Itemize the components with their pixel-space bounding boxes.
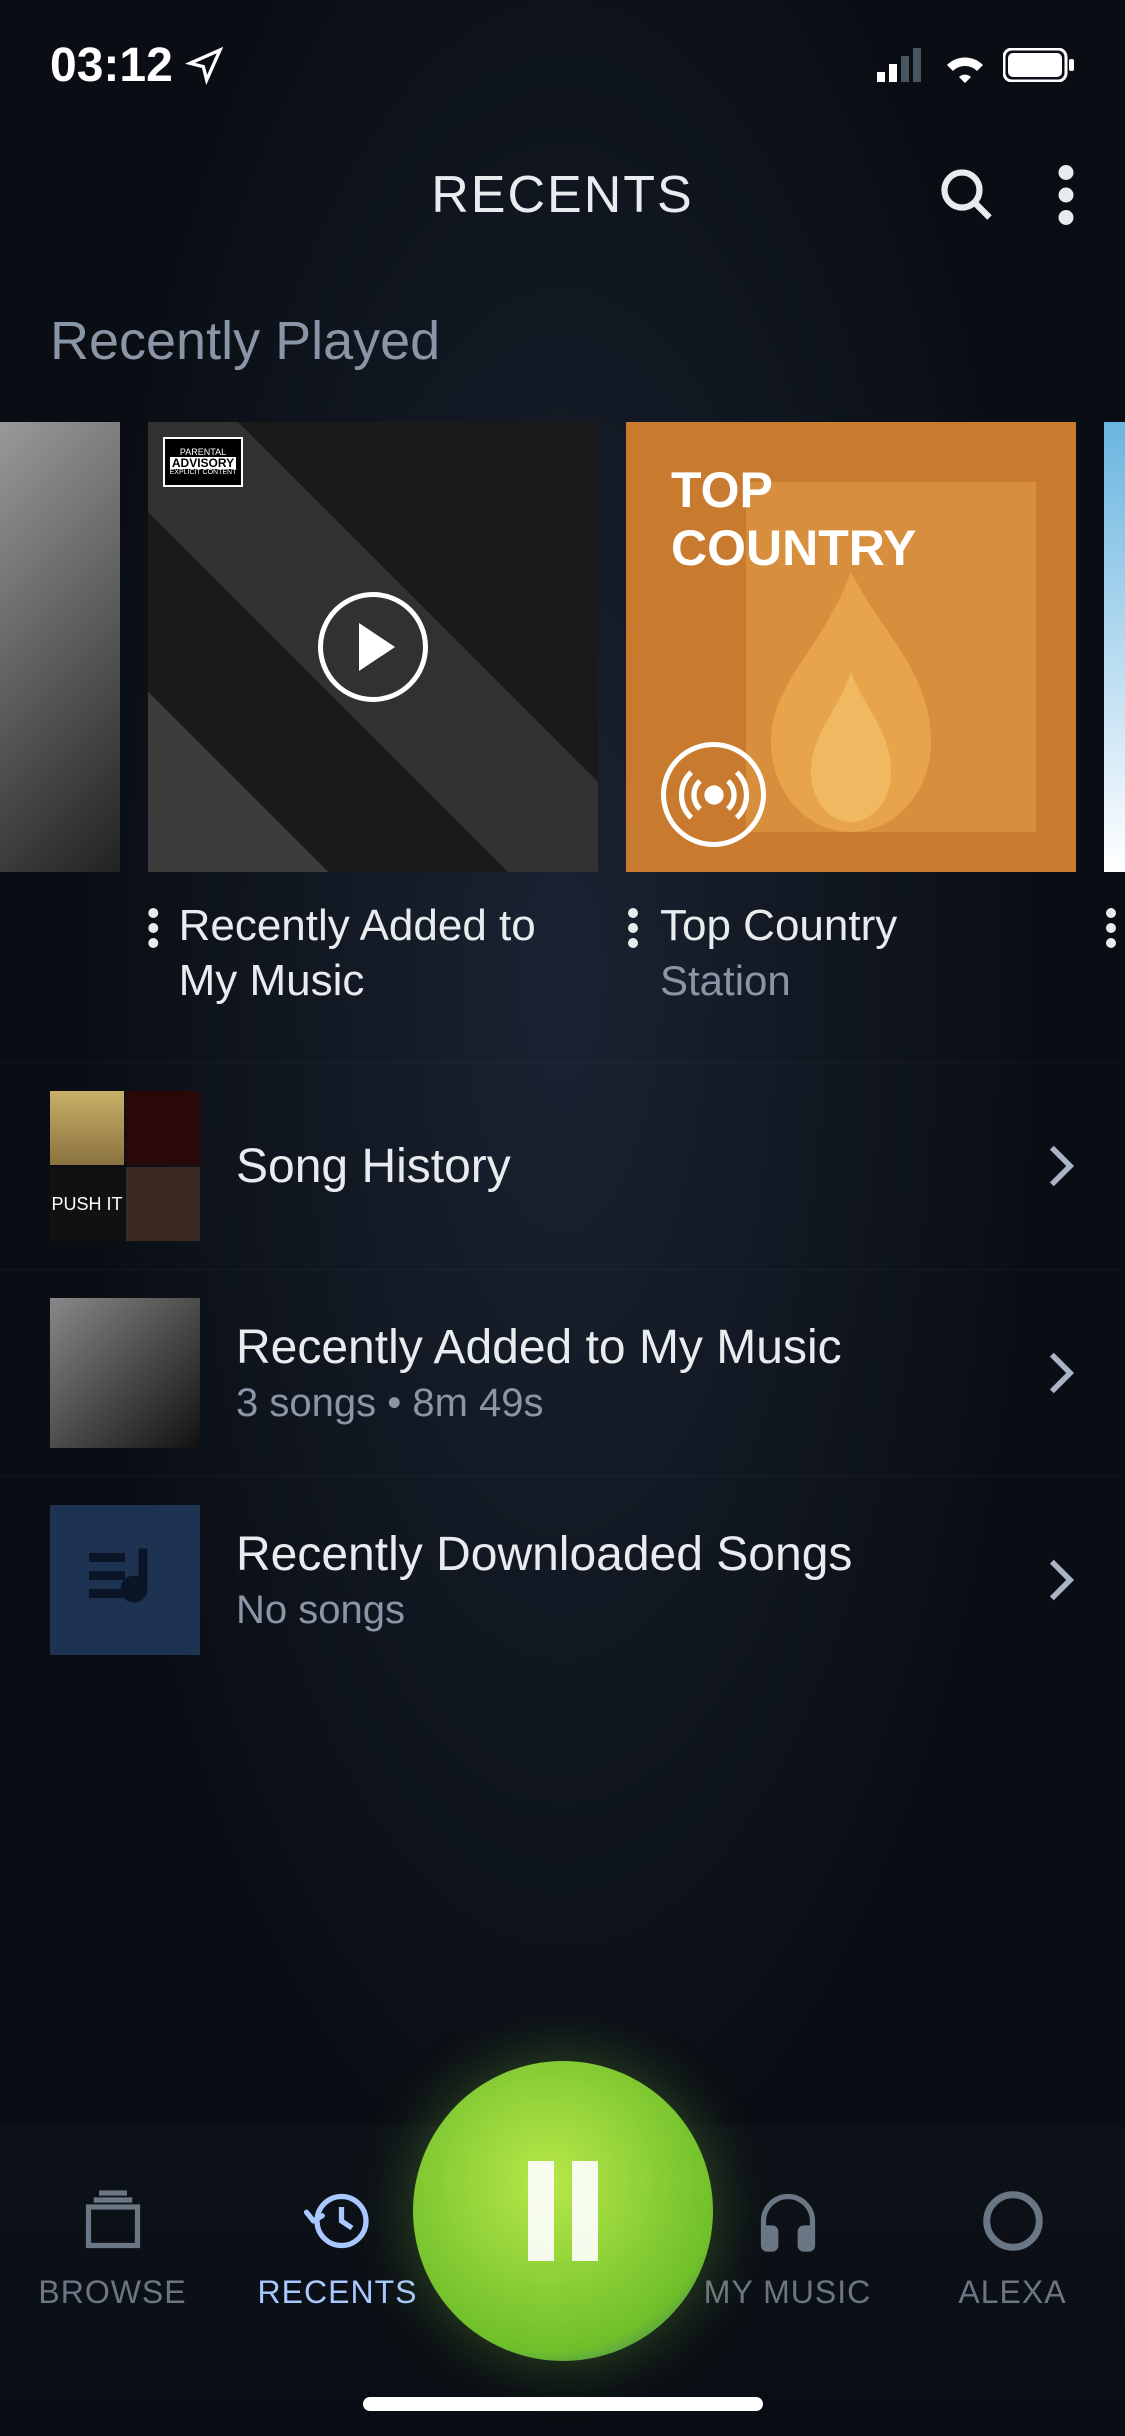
list-title: Recently Added to My Music (236, 1320, 1011, 1375)
home-indicator[interactable] (363, 2397, 763, 2411)
wifi-icon (941, 47, 989, 83)
list-subtitle: No songs (236, 1588, 1011, 1633)
list-item-recently-downloaded[interactable]: Recently Downloaded Songs No songs (0, 1476, 1125, 1683)
thumbnail (50, 1298, 200, 1448)
thumbnail (50, 1505, 200, 1655)
recents-icon (303, 2186, 373, 2256)
list: PUSH IT Song History Recently Added to M… (0, 1062, 1125, 1683)
carousel-peek-right[interactable]: L S (1104, 422, 1125, 1042)
chevron-right-icon (1047, 1558, 1075, 1602)
alexa-icon (978, 2186, 1048, 2256)
search-icon[interactable] (937, 165, 997, 225)
art-text-line2: COUNTRY (671, 520, 916, 578)
carousel[interactable]: PARENTAL ADVISORY EXPLICIT CONTENT Recen… (0, 422, 1125, 1042)
chevron-right-icon (1047, 1144, 1075, 1188)
nav-browse[interactable]: BROWSE (0, 2186, 225, 2311)
station-icon (661, 742, 766, 847)
card-more-icon[interactable] (1104, 898, 1118, 948)
album-art: PARENTAL ADVISORY EXPLICIT CONTENT (148, 422, 598, 872)
thumbnail: PUSH IT (50, 1091, 200, 1241)
status-time: 03:12 (50, 38, 173, 93)
header: RECENTS (0, 130, 1125, 260)
card-title: Top Country (660, 898, 897, 953)
parental-advisory-badge: PARENTAL ADVISORY EXPLICIT CONTENT (163, 437, 243, 487)
list-title: Recently Downloaded Songs (236, 1527, 1011, 1582)
section-title: Recently Played (0, 260, 1125, 422)
list-title: Song History (236, 1139, 1011, 1194)
status-right (877, 47, 1075, 83)
album-art (0, 422, 120, 872)
card-subtitle: Station (660, 957, 897, 1005)
status-bar: 03:12 (0, 0, 1125, 130)
nav-label: ALEXA (958, 2274, 1066, 2311)
more-icon[interactable] (1057, 165, 1075, 225)
station-art: TOP COUNTRY (626, 422, 1076, 872)
status-left: 03:12 (50, 38, 225, 93)
list-item-song-history[interactable]: PUSH IT Song History (0, 1062, 1125, 1269)
card-title: Recently Added to My Music (179, 898, 598, 1008)
list-item-recently-added[interactable]: Recently Added to My Music 3 songs • 8m … (0, 1269, 1125, 1476)
now-playing-button[interactable] (413, 2061, 713, 2361)
page-title: RECENTS (431, 165, 693, 225)
location-icon (185, 45, 225, 85)
browse-icon (78, 2186, 148, 2256)
headphones-icon (753, 2186, 823, 2256)
card-more-icon[interactable] (148, 898, 159, 948)
card-more-icon[interactable] (626, 898, 640, 948)
carousel-peek-left[interactable] (0, 422, 120, 1042)
nav-label: MY MUSIC (704, 2274, 871, 2311)
chevron-right-icon (1047, 1351, 1075, 1395)
nav-alexa[interactable]: ALEXA (900, 2186, 1125, 2311)
art-text-line1: TOP (671, 462, 916, 520)
nav-label: RECENTS (258, 2274, 418, 2311)
list-subtitle: 3 songs • 8m 49s (236, 1381, 1011, 1426)
music-list-icon (80, 1535, 170, 1625)
cellular-icon (877, 48, 927, 82)
pause-icon (528, 2161, 598, 2261)
carousel-card-recently-added[interactable]: PARENTAL ADVISORY EXPLICIT CONTENT Recen… (148, 422, 598, 1042)
nav-label: BROWSE (38, 2274, 186, 2311)
battery-icon (1003, 48, 1075, 82)
play-icon[interactable] (318, 592, 428, 702)
album-art (1104, 422, 1125, 872)
carousel-card-top-country[interactable]: TOP COUNTRY Top Country Station (626, 422, 1076, 1042)
flame-icon (751, 572, 951, 832)
